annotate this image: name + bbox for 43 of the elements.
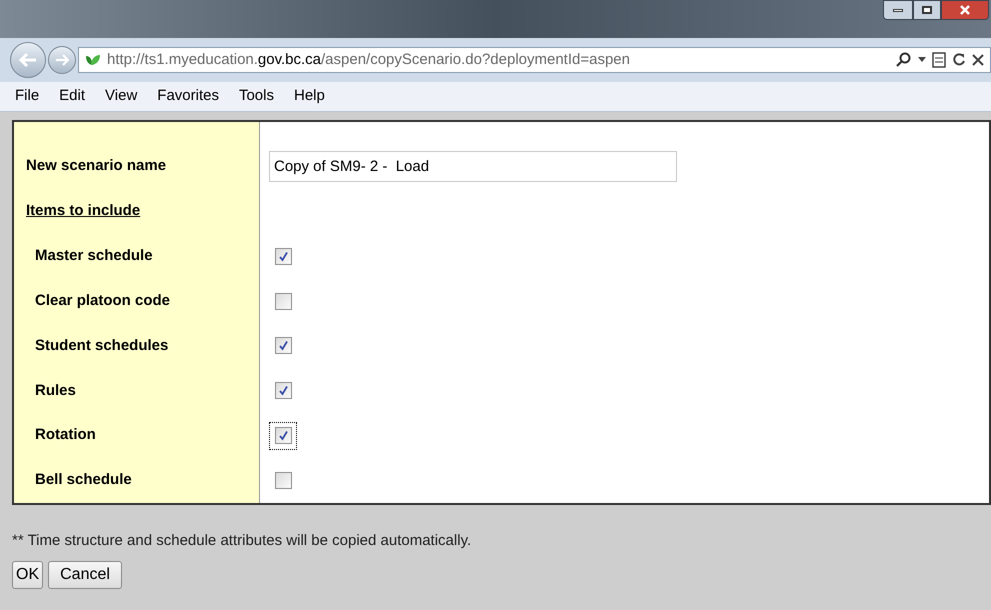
checkbox-label: Rules bbox=[35, 380, 76, 401]
checkbox-label: Master schedule bbox=[35, 246, 153, 266]
scenario-name-field[interactable]: Copy of SM9- 2 - Load bbox=[269, 150, 677, 182]
close-button[interactable] bbox=[941, 0, 989, 20]
forward-button[interactable] bbox=[48, 46, 76, 74]
checkmark-icon bbox=[278, 250, 288, 262]
forward-arrow-icon bbox=[55, 54, 69, 66]
menu-item[interactable]: View bbox=[98, 85, 144, 108]
cancel-button[interactable]: Cancel bbox=[48, 561, 122, 589]
maximize-button[interactable] bbox=[913, 0, 941, 20]
checkbox[interactable] bbox=[274, 337, 292, 354]
menu-item[interactable]: Edit bbox=[52, 85, 92, 108]
section-heading: Items to include bbox=[26, 201, 140, 222]
menu-item[interactable]: Favorites bbox=[150, 85, 226, 108]
url-text: http://ts1.myeducation.gov.bc.ca/aspen/copyScenario.do?deploymentId=aspen bbox=[107, 50, 630, 70]
field-label: New scenario name bbox=[26, 156, 166, 176]
checkbox-label: Rotation bbox=[35, 425, 96, 446]
checkbox[interactable] bbox=[274, 248, 292, 265]
menu-item[interactable]: Tools bbox=[232, 85, 281, 108]
stop-icon[interactable] bbox=[972, 54, 984, 66]
checkmark-icon bbox=[278, 340, 288, 352]
checkbox-label: Student schedules bbox=[35, 336, 168, 356]
dropdown-icon[interactable] bbox=[918, 57, 926, 63]
minimize-button[interactable] bbox=[883, 0, 913, 20]
footnote-text: ** Time structure and schedule attributes will be copied automatically. bbox=[12, 532, 472, 549]
checkbox-label: Bell schedule bbox=[35, 470, 132, 490]
checkbox[interactable] bbox=[274, 292, 292, 310]
checkbox[interactable] bbox=[274, 427, 292, 444]
checkmark-icon bbox=[278, 430, 288, 442]
ok-button[interactable]: OK bbox=[12, 561, 44, 589]
close-icon bbox=[960, 5, 970, 15]
address-field[interactable]: http://ts1.myeducation.gov.bc.ca/aspen/copyScenario.do?deploymentId=aspen bbox=[78, 47, 991, 73]
menu-item[interactable]: File bbox=[8, 85, 46, 108]
back-arrow-icon bbox=[18, 52, 38, 68]
checkbox[interactable] bbox=[274, 382, 292, 400]
menu-item[interactable]: Help bbox=[287, 85, 332, 108]
checkbox[interactable] bbox=[274, 472, 292, 490]
checkbox-label: Clear platoon code bbox=[35, 290, 170, 311]
back-button[interactable] bbox=[10, 42, 46, 78]
refresh-icon[interactable] bbox=[952, 52, 966, 68]
leaf-icon bbox=[85, 53, 101, 67]
checkmark-icon bbox=[278, 385, 288, 396]
search-icon[interactable] bbox=[896, 52, 912, 68]
